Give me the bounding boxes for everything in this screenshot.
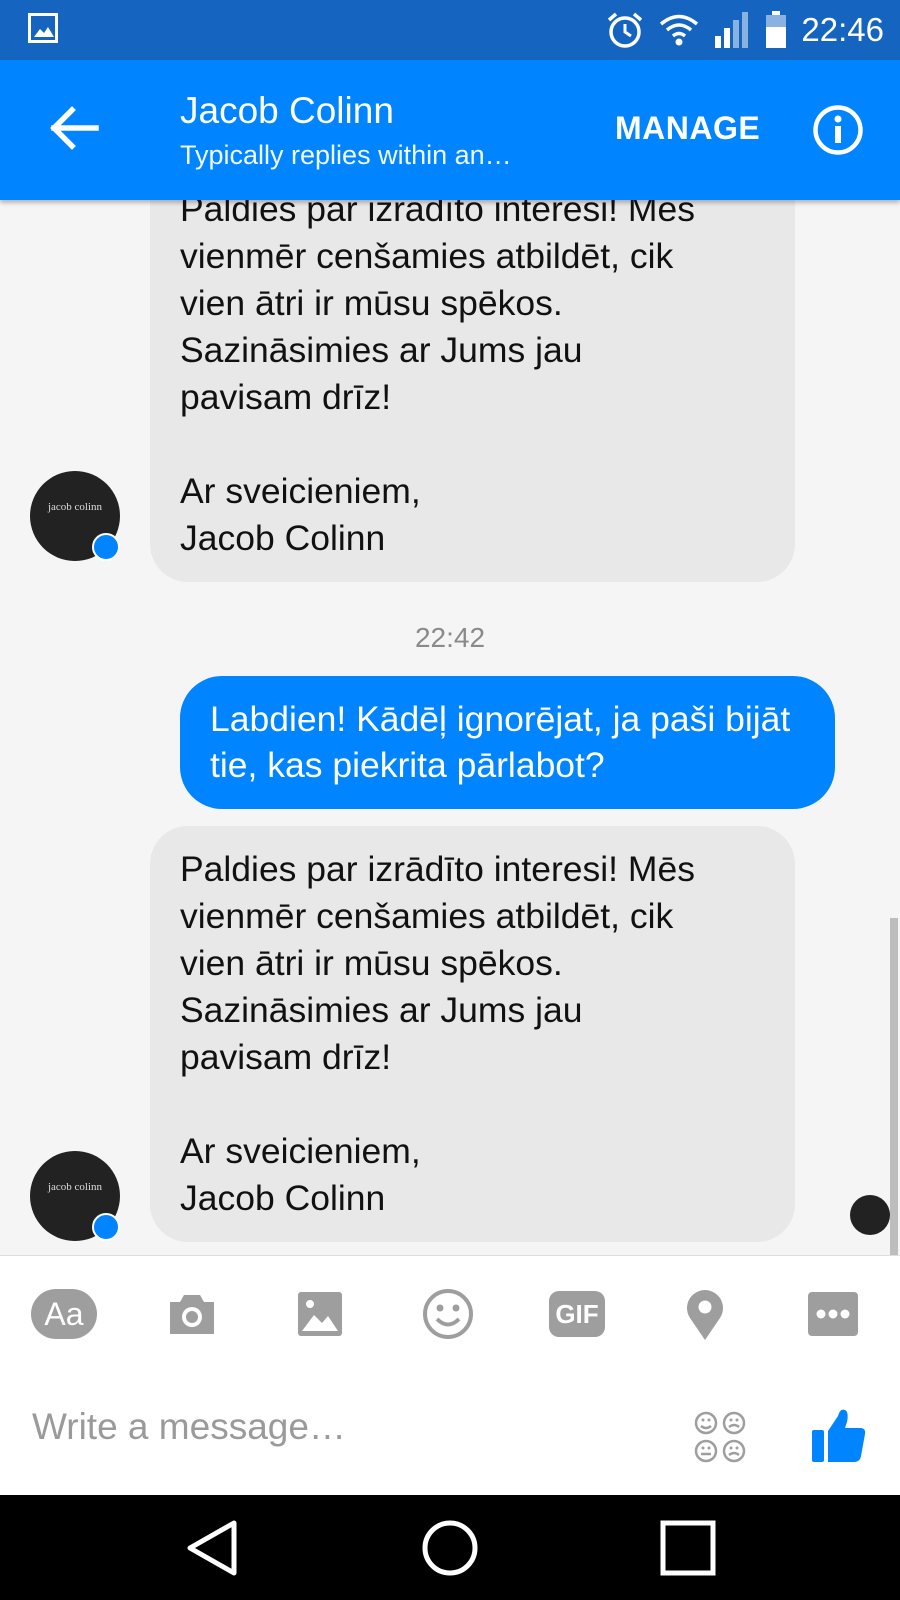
seen-indicator-avatar [850, 1195, 890, 1235]
alarm-icon [608, 12, 643, 48]
response-time-subtitle: Typically replies within an… [180, 140, 512, 170]
wifi-icon [660, 14, 699, 46]
avatar[interactable]: jacob colinn [30, 1151, 120, 1241]
gif-button[interactable]: GIF [544, 1286, 610, 1342]
back-arrow-icon[interactable] [44, 98, 104, 158]
avatar-logo: jacob colinn [47, 501, 103, 513]
battery-icon [766, 11, 787, 48]
more-icon[interactable] [800, 1286, 866, 1342]
messenger-badge-icon [92, 1213, 120, 1241]
nav-recents-icon[interactable] [657, 1517, 719, 1579]
avatar[interactable]: jacob colinn [30, 471, 120, 561]
status-bar: 22:46 [0, 0, 900, 60]
messenger-badge-icon [92, 533, 120, 561]
thumbs-up-icon[interactable] [810, 1406, 868, 1464]
gif-label: GIF [549, 1291, 605, 1337]
system-navigation-bar [0, 1495, 900, 1600]
outgoing-message-bubble: Labdien! Kādēļ ignorējat, ja paši bijāt … [180, 676, 835, 809]
scrollbar[interactable] [890, 918, 898, 1255]
signal-icon [715, 12, 749, 48]
message-list[interactable]: Paldies par izrādīto interesi! Mēs vienm… [0, 200, 900, 1255]
nav-back-icon[interactable] [182, 1517, 244, 1579]
composer-toolbar: Aa GIF [0, 1286, 900, 1342]
message-input[interactable] [30, 1396, 634, 1458]
stickers-icon[interactable] [694, 1411, 746, 1463]
incoming-message-bubble: Paldies par izrādīto interesi! Mēs vienm… [150, 200, 795, 582]
text-tool-label: Aa [31, 1289, 97, 1339]
status-icons: 22:46 [605, 8, 884, 52]
incoming-message-bubble: Paldies par izrādīto interesi! Mēs vienm… [150, 826, 795, 1242]
camera-icon[interactable] [159, 1286, 225, 1342]
clock-time: 22:46 [801, 11, 884, 48]
avatar-logo: jacob colinn [47, 1181, 103, 1193]
manage-button[interactable]: MANAGE [615, 110, 760, 147]
location-icon[interactable] [672, 1286, 738, 1342]
text-tool-button[interactable]: Aa [31, 1286, 97, 1342]
composer: Aa GIF [0, 1255, 900, 1496]
conversation-header: Jacob Colinn Typically replies within an… [0, 60, 900, 200]
image-icon[interactable] [287, 1286, 353, 1342]
contact-name[interactable]: Jacob Colinn [180, 90, 394, 132]
nav-home-icon[interactable] [419, 1517, 481, 1579]
photo-icon [28, 13, 58, 43]
emoji-icon[interactable] [415, 1286, 481, 1342]
message-timestamp: 22:42 [414, 622, 486, 653]
info-icon[interactable] [812, 104, 864, 156]
